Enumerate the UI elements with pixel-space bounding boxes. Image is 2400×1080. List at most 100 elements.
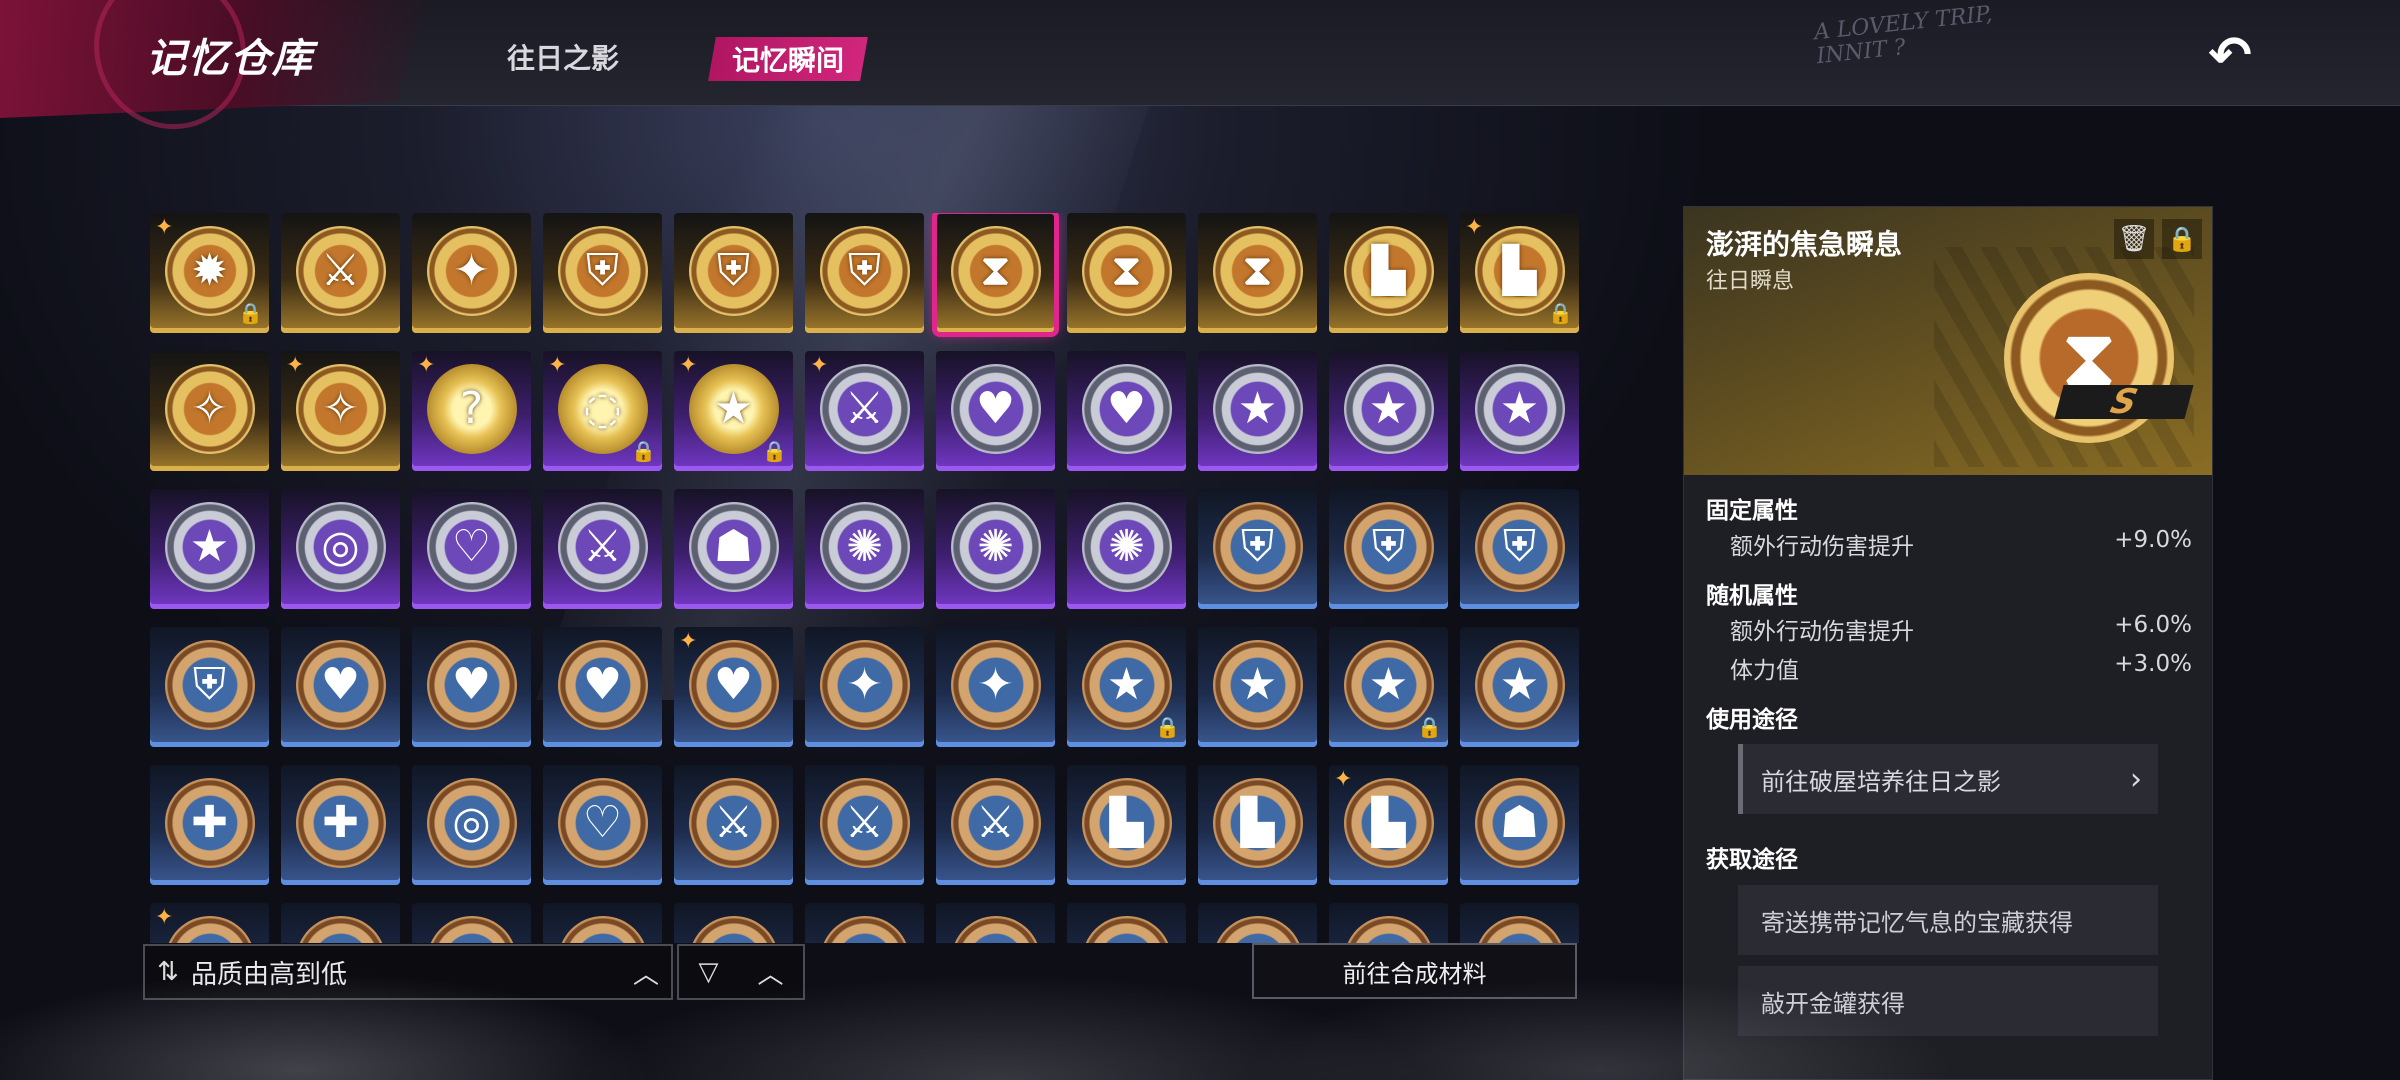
tab-shadows[interactable]: 往日之影 (507, 37, 619, 77)
memory-slot[interactable]: ★ (150, 489, 269, 609)
memory-slot[interactable]: ✺ (936, 489, 1055, 609)
memory-slot[interactable]: ♥ (543, 627, 662, 747)
usage-link-button[interactable]: 前往破屋培养往日之影 › (1738, 744, 2158, 814)
memory-slot[interactable]: ⛨ (674, 213, 793, 333)
memory-slot[interactable] (1460, 903, 1579, 943)
medal-icon (819, 915, 910, 943)
memory-slot[interactable] (805, 903, 924, 943)
memory-slot[interactable]: ✦ (150, 903, 269, 943)
memory-slot[interactable]: ▙ ✦ (1329, 765, 1448, 885)
memory-slot[interactable]: ⧗ (932, 213, 1059, 337)
memory-slot[interactable]: ♥ (1067, 351, 1186, 471)
memory-slot[interactable] (1067, 903, 1186, 943)
memory-slot[interactable] (674, 903, 793, 943)
memory-slot[interactable] (1329, 903, 1448, 943)
memory-slot[interactable]: ⚔ (543, 489, 662, 609)
lock-icon: 🔒 (762, 439, 787, 463)
memory-slot[interactable]: ⚔ (936, 765, 1055, 885)
memory-slot[interactable]: ☗ (1460, 765, 1579, 885)
filter-button[interactable]: ▽ ︿ (677, 944, 805, 1000)
memory-slot[interactable]: ♥ (936, 351, 1055, 471)
memory-slot[interactable]: ⚔ (281, 213, 400, 333)
memory-slot[interactable]: ✚ (150, 765, 269, 885)
memory-slot[interactable]: ★ (1329, 351, 1448, 471)
memory-slot[interactable]: ★ 🔒 (1329, 627, 1448, 747)
sort-label: 品质由高到低 (191, 959, 348, 990)
memory-slot[interactable]: ✧ (150, 351, 269, 471)
hourglass-icon: ⧗ (1081, 225, 1172, 316)
back-arrow-icon: ↶ (2208, 26, 2252, 86)
memory-slot[interactable]: ✺ (1067, 489, 1186, 609)
memory-slot[interactable]: ♥ (281, 627, 400, 747)
memory-slot[interactable]: ? ✦ (412, 351, 531, 471)
attr-name: 体力值 (1730, 658, 1799, 684)
memory-slot[interactable]: ✺ (805, 489, 924, 609)
memory-slot[interactable]: ★ (1460, 627, 1579, 747)
memory-slot[interactable]: ♥ (412, 627, 531, 747)
memory-slot[interactable]: ☗ (674, 489, 793, 609)
sort-dropdown[interactable]: ⇅ 品质由高到低 ︿ (143, 944, 673, 1000)
memory-slot[interactable]: ⛨ (150, 627, 269, 747)
memory-slot[interactable]: ⚔ ✦ (805, 351, 924, 471)
memory-slot[interactable]: ★ (1198, 627, 1317, 747)
random-attr-row: 额外行动伤害提升 +6.0% (1730, 612, 2192, 646)
heart-ring-icon: ♡ (557, 777, 648, 868)
memory-slot[interactable]: ◌ ✦ 🔒 (543, 351, 662, 471)
memory-slot[interactable]: ▙ ✦ 🔒 (1460, 213, 1579, 333)
memory-slot[interactable]: ⛨ (805, 213, 924, 333)
memory-slot[interactable] (412, 903, 531, 943)
grade-badge: S (2054, 382, 2194, 422)
trash-icon[interactable]: 🗑 (2114, 219, 2154, 259)
memory-slot[interactable]: ⛨ (1198, 489, 1317, 609)
fixed-attrs-title: 固定属性 (1706, 498, 1798, 524)
memory-slot[interactable] (1198, 903, 1317, 943)
craft-materials-button[interactable]: 前往合成材料 (1252, 943, 1577, 999)
chevron-up-icon: ︿ (632, 959, 659, 990)
tab-memory-moments[interactable]: 记忆瞬间 (708, 37, 868, 81)
attr-value: +9.0% (2114, 527, 2192, 553)
memory-slot[interactable]: ▙ (1067, 765, 1186, 885)
memory-slot[interactable]: ✦ (412, 213, 531, 333)
memory-slot[interactable]: ▙ (1329, 213, 1448, 333)
memory-slot[interactable]: ★ ✦ 🔒 (674, 351, 793, 471)
memory-slot[interactable]: ⛨ (543, 213, 662, 333)
memory-slot[interactable]: ⚔ (805, 765, 924, 885)
memory-slot[interactable] (936, 903, 1055, 943)
memory-slot[interactable]: ⚔ (674, 765, 793, 885)
medal-icon (426, 915, 517, 943)
sparkle-icon: ✦ (417, 353, 436, 378)
memory-slot[interactable] (543, 903, 662, 943)
memory-slot[interactable]: ✦ (805, 627, 924, 747)
medal-icon (295, 915, 386, 943)
memory-slot[interactable]: ♡ (543, 765, 662, 885)
attr-value: +3.0% (2114, 651, 2192, 677)
question-mark-icon: ? (426, 363, 517, 454)
lock-icon[interactable]: 🔒 (2162, 219, 2202, 259)
dagger-icon: ⚔ (819, 777, 910, 868)
memory-slot[interactable]: ⛨ (1329, 489, 1448, 609)
memory-slot[interactable]: ◎ (412, 765, 531, 885)
memory-slot[interactable]: ★ 🔒 (1067, 627, 1186, 747)
broken-heart-icon: ♥ (295, 639, 386, 730)
memory-slot[interactable]: ✧ ✦ (281, 351, 400, 471)
memory-slot[interactable]: ✚ (281, 765, 400, 885)
shield-icon: ⛨ (557, 225, 648, 316)
memory-slot[interactable]: ♥ ✦ (674, 627, 793, 747)
back-button[interactable]: ↶ (2195, 28, 2265, 84)
memory-slot[interactable]: ✦ (936, 627, 1055, 747)
shield-icon: ⛨ (1212, 501, 1303, 592)
memory-slot[interactable]: ★ (1460, 351, 1579, 471)
memory-slot[interactable]: ◎ (281, 489, 400, 609)
memory-slot[interactable]: ⧗ (1198, 213, 1317, 333)
dagger-icon: ⚔ (557, 501, 648, 592)
memory-slot[interactable]: ▙ (1198, 765, 1317, 885)
sparkle-icon: ✦ (679, 353, 698, 378)
memory-slot[interactable]: ★ (1198, 351, 1317, 471)
memory-slot[interactable]: ⛨ (1460, 489, 1579, 609)
lock-icon: 🔒 (238, 301, 263, 325)
plus-icon: ✚ (164, 777, 255, 868)
memory-slot[interactable]: ✹ ✦ 🔒 (150, 213, 269, 333)
memory-slot[interactable]: ♡ (412, 489, 531, 609)
memory-slot[interactable] (281, 903, 400, 943)
memory-slot[interactable]: ⧗ (1067, 213, 1186, 333)
